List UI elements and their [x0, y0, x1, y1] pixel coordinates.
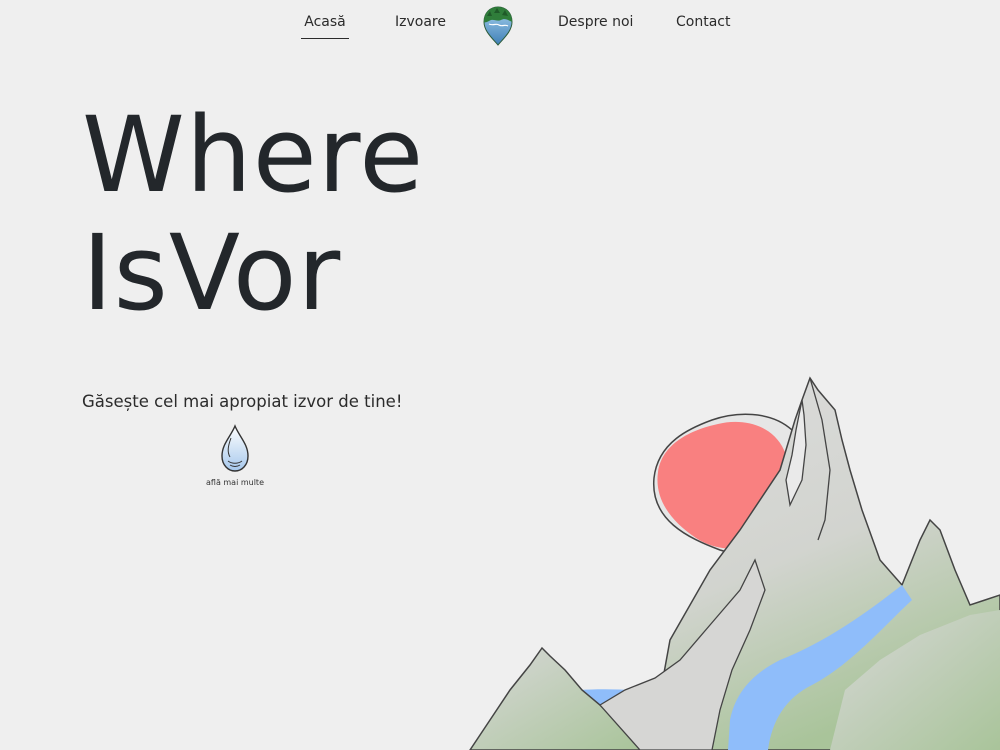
learn-more-label: află mai multe	[206, 478, 264, 487]
water-drop-icon	[221, 424, 249, 472]
top-navigation: Acasă Izvoare Despre noi Contact	[0, 0, 1000, 48]
hero-subtitle: Găsește cel mai apropiat izvor de tine!	[82, 392, 403, 411]
mountain-sun-illustration	[469, 376, 1000, 750]
nav-link-contact[interactable]: Contact	[676, 14, 730, 38]
hero-title-line-2: IsVor	[82, 212, 342, 334]
page: Acasă Izvoare Despre noi Contact Where I…	[0, 0, 1000, 750]
hero-title: Where IsVor	[82, 96, 424, 332]
globe-drop-logo-icon[interactable]	[481, 4, 515, 46]
nav-link-acasa[interactable]: Acasă	[301, 14, 349, 39]
nav-link-izvoare[interactable]: Izvoare	[395, 14, 446, 38]
hero-title-line-1: Where	[82, 94, 425, 216]
learn-more-button[interactable]: află mai multe	[200, 424, 270, 487]
nav-link-despre-noi[interactable]: Despre noi	[558, 14, 633, 38]
